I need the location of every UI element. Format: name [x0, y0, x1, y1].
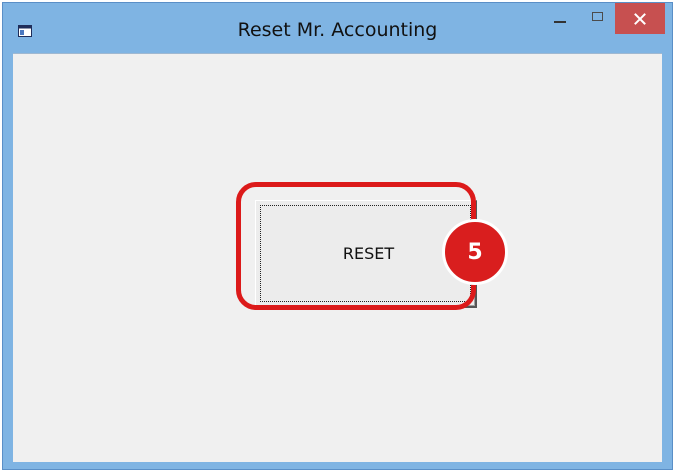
maximize-button[interactable]: [579, 4, 615, 34]
minimize-button[interactable]: [542, 4, 578, 34]
close-icon: [634, 12, 646, 25]
close-button[interactable]: [615, 3, 665, 34]
app-window: Reset Mr. Accounting RESET: [2, 2, 673, 470]
minimize-icon: [554, 21, 566, 23]
maximize-icon: [591, 11, 603, 21]
reset-button-label: RESET: [342, 244, 395, 263]
form-client-area: RESET: [13, 53, 662, 462]
title-bar[interactable]: Reset Mr. Accounting: [3, 3, 672, 53]
annotation-step-badge: 5: [442, 219, 508, 285]
